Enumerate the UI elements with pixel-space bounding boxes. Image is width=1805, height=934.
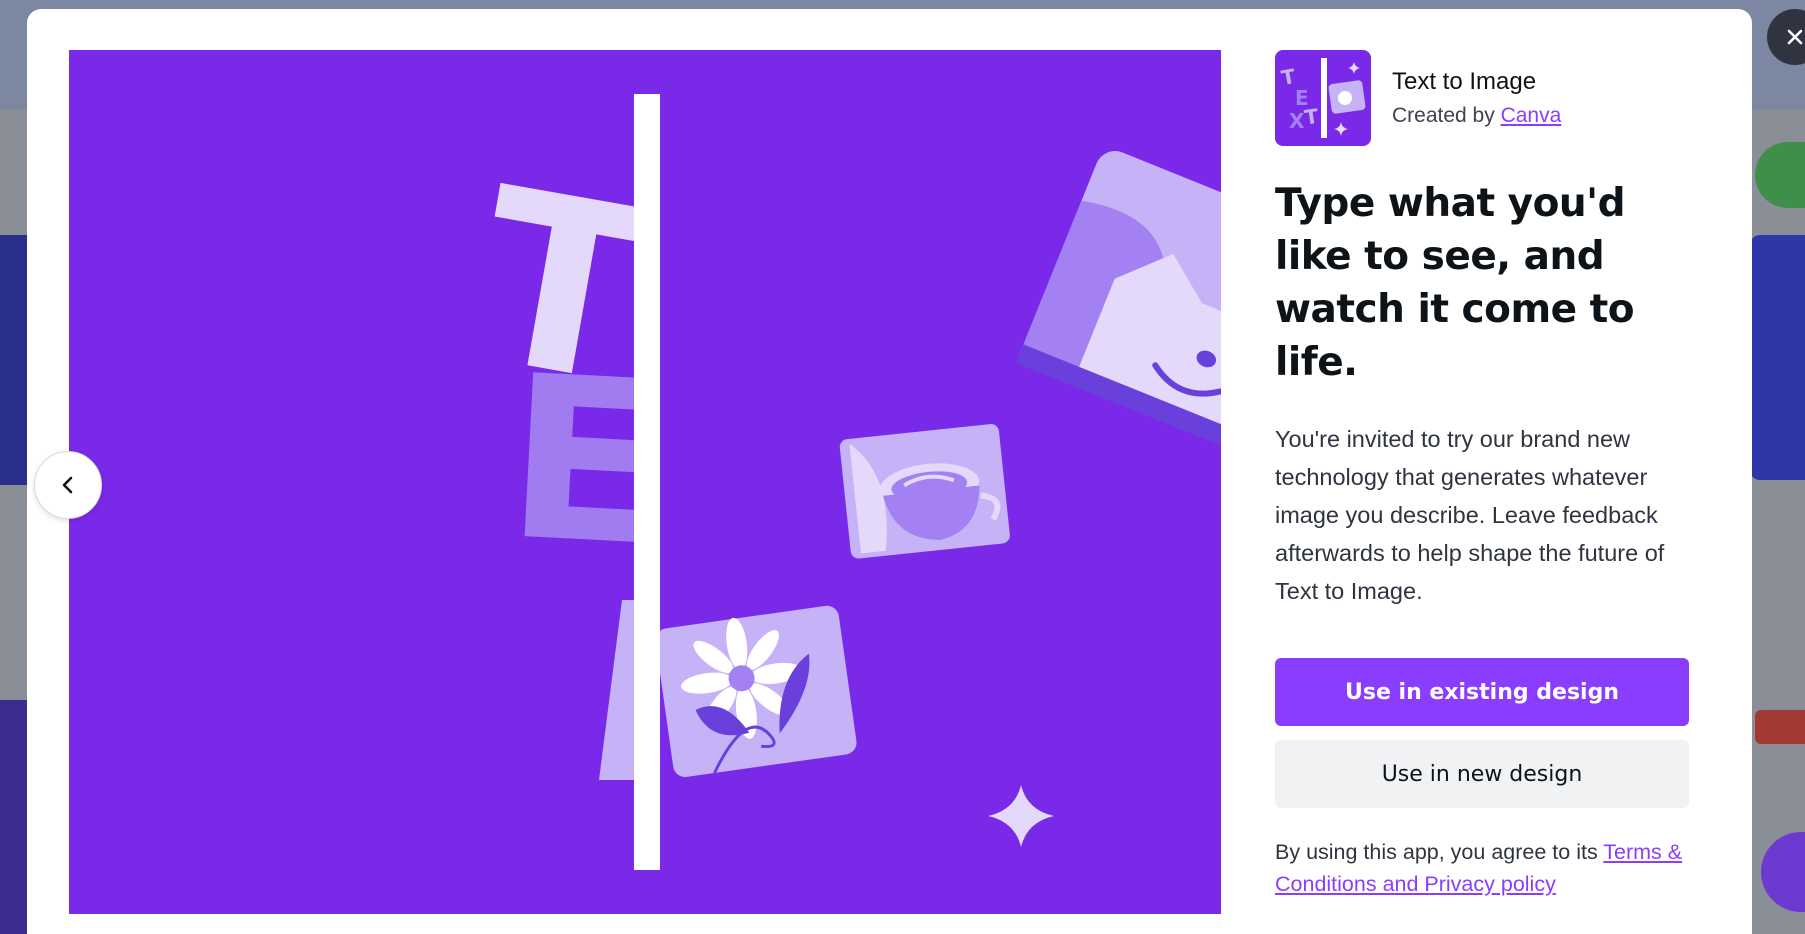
chevron-left-icon (62, 476, 73, 494)
close-icon (1787, 29, 1803, 45)
hero-illustration: T E (69, 50, 1221, 914)
created-by-label: Created by (1392, 104, 1495, 127)
hero-letter-x-fragment (599, 600, 637, 780)
hero-coffee-card (839, 424, 1010, 559)
previous-slide-button[interactable] (34, 451, 102, 519)
hero-sparkle (988, 785, 1054, 847)
svg-text:T: T (1303, 104, 1320, 130)
app-creator: Created by Canva (1392, 104, 1561, 128)
background-left-thumbnail-2 (0, 700, 30, 934)
app-headline: Type what you'd like to see, and watch i… (1275, 181, 1635, 385)
background-left-thumbnail (0, 235, 30, 485)
app-info-panel: T E T X Text to Image Created by Canva T… (1275, 50, 1690, 610)
hero-cursor-bar (634, 94, 660, 870)
background-green-avatar (1755, 142, 1805, 208)
legal-text: By using this app, you agree to its (1275, 840, 1604, 864)
text-to-image-app-icon: T E T X (1275, 50, 1371, 146)
background-right-thumbnail (1750, 235, 1805, 480)
background-red-badge (1755, 710, 1805, 744)
use-in-existing-design-button[interactable]: Use in existing design (1275, 658, 1689, 726)
legal-notice: By using this app, you agree to its Term… (1275, 836, 1695, 900)
hero-artwork: T E (459, 94, 1221, 870)
app-header: T E T X Text to Image Created by Canva (1275, 50, 1690, 146)
creator-link[interactable]: Canva (1501, 104, 1562, 127)
use-in-new-design-button[interactable]: Use in new design (1275, 740, 1689, 808)
app-title: Text to Image (1392, 68, 1537, 95)
hero-cat-card (1015, 151, 1221, 450)
svg-text:X: X (1289, 109, 1305, 133)
hero-flower-card (655, 605, 857, 777)
background-purple-fab (1761, 832, 1805, 912)
app-description: You're invited to try our brand new tech… (1275, 426, 1665, 604)
